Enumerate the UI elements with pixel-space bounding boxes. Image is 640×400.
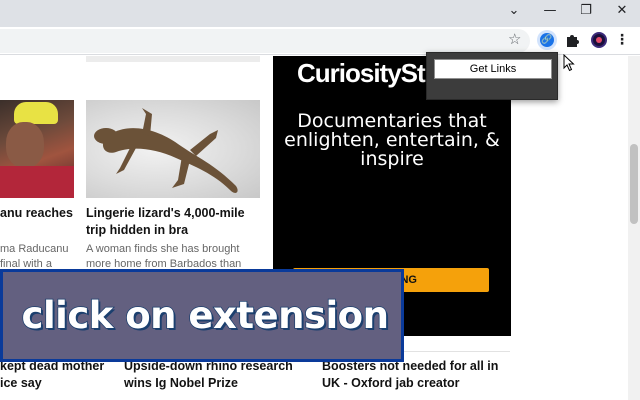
article-headline[interactable]: Lingerie lizard's 4,000-mile trip hidden…	[86, 205, 262, 239]
minimize-button[interactable]: —	[532, 0, 568, 24]
link-icon: 🔗	[540, 33, 554, 47]
scrollbar-thumb[interactable]	[630, 144, 638, 224]
restore-button[interactable]: ❐	[568, 0, 604, 24]
tutorial-caption-banner: click on extension	[0, 269, 404, 362]
extensions-puzzle-icon[interactable]	[563, 30, 583, 50]
bookmark-star-icon[interactable]: ☆	[508, 31, 521, 47]
browser-menu-icon[interactable]: ⋮	[614, 31, 630, 49]
gecko-icon	[94, 108, 238, 193]
article-headline[interactable]: Boosters not needed for all in UK - Oxfo…	[322, 358, 512, 392]
tab-search-chevron-icon[interactable]: ⌄	[496, 0, 532, 24]
player-face	[6, 122, 44, 168]
close-window-button[interactable]: ✕	[604, 0, 640, 24]
ad-tagline: Documentaries that enlighten, entertain,…	[284, 110, 500, 170]
article-headline[interactable]: anu reaches	[0, 205, 80, 222]
browser-toolbar: ☆ 🔗 ⋮	[0, 27, 640, 55]
extension-popup: Get Links	[426, 52, 558, 100]
page-scrollbar[interactable]	[628, 56, 640, 400]
article-headline[interactable]: kept dead mother ice say	[0, 358, 118, 392]
puzzle-icon	[567, 35, 579, 47]
article-summary: ma Raducanu final with a	[0, 243, 69, 270]
article-image-gecko[interactable]	[86, 100, 260, 198]
get-links-extension-button[interactable]: 🔗	[537, 30, 557, 50]
player-shirt	[0, 166, 74, 198]
mouse-cursor-icon	[563, 54, 575, 72]
article-headline[interactable]: Upside-down rhino research wins Ig Nobel…	[124, 358, 314, 392]
visor	[14, 102, 58, 124]
avatar-dot	[596, 37, 602, 43]
browser-titlebar: ⌄ — ❐ ✕	[0, 0, 640, 27]
address-bar[interactable]	[0, 29, 530, 53]
profile-avatar[interactable]	[589, 30, 609, 50]
article-image-edge	[86, 56, 260, 62]
tutorial-caption-text: click on extension	[21, 293, 390, 338]
article-image-tennis-player[interactable]	[0, 100, 74, 198]
ad-logo: CuriositySt	[297, 58, 426, 88]
article-summary: A woman finds she has brought more home …	[86, 243, 242, 270]
get-links-button[interactable]: Get Links	[434, 59, 552, 79]
